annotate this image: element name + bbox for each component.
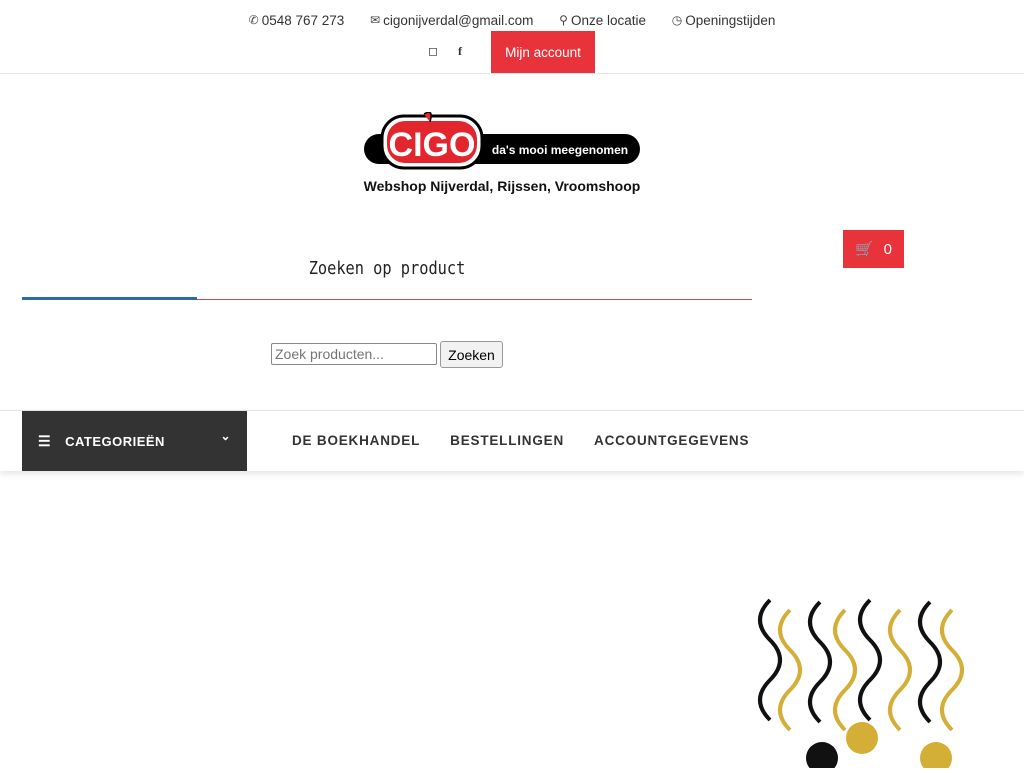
- search-button[interactable]: Zoeken: [440, 341, 503, 368]
- my-account-button[interactable]: Mijn account: [491, 31, 595, 73]
- nav-item-bestellingen[interactable]: BESTELLINGEN: [450, 433, 564, 448]
- clock-icon: ◷: [671, 13, 683, 27]
- cart-icon: 🛒: [854, 241, 874, 258]
- cart-button[interactable]: 🛒 0: [843, 230, 904, 268]
- envelope-icon: ✉: [370, 13, 381, 27]
- hours-link[interactable]: ◷ Openingstijden: [672, 13, 776, 28]
- search-heading: Zoeken op product: [308, 258, 466, 279]
- facebook-icon[interactable]: f: [458, 44, 462, 58]
- instagram-icon[interactable]: ◻: [428, 44, 438, 58]
- logo-tagline: da's mooi meegenomen: [492, 143, 628, 157]
- nav-item-boekhandel[interactable]: DE BOEKHANDEL: [292, 433, 420, 448]
- logo-graphic: CIGO da's mooi meegenomen Webshop Nijver…: [364, 111, 641, 194]
- chevron-down-icon: ⌄: [220, 429, 231, 443]
- email-link[interactable]: ✉ cigonijverdal@gmail.com: [370, 13, 533, 28]
- hamburger-icon: ☰: [38, 432, 52, 449]
- top-bar: ✆ 0548 767 273 ✉ cigonijverdal@gmail.com ⚲…: [0, 0, 1024, 74]
- categories-dropdown[interactable]: ☰ CATEGORIEËN ⌄: [22, 411, 247, 471]
- location-link[interactable]: ⚲ Onze locatie: [559, 13, 646, 28]
- site-logo[interactable]: CIGO da's mooi meegenomen Webshop Nijver…: [362, 111, 642, 202]
- phone-icon: ✆: [248, 13, 259, 27]
- nav-menu: DE BOEKHANDEL BESTELLINGEN ACCOUNTGEGEVE…: [292, 433, 749, 448]
- cart-count: 0: [883, 240, 893, 258]
- logo-brand: CIGO: [389, 126, 476, 164]
- contact-bar: ✆ 0548 767 273 ✉ cigonijverdal@gmail.com ⚲…: [0, 12, 1024, 28]
- phone-link[interactable]: ✆ 0548 767 273: [249, 13, 345, 28]
- map-marker-icon: ⚲: [559, 13, 568, 27]
- heading-accent-line: [22, 297, 197, 300]
- search-input[interactable]: [271, 343, 437, 365]
- categories-label: CATEGORIEËN: [65, 433, 165, 449]
- heading-underline: [197, 299, 752, 300]
- product-image[interactable]: [720, 540, 980, 773]
- social-links: ◻ f: [428, 44, 482, 59]
- party-swirls-image: [758, 598, 964, 773]
- nav-item-accountgegevens[interactable]: ACCOUNTGEGEVENS: [594, 433, 749, 448]
- logo-subtitle: Webshop Nijverdal, Rijssen, Vroomshoop: [364, 178, 641, 194]
